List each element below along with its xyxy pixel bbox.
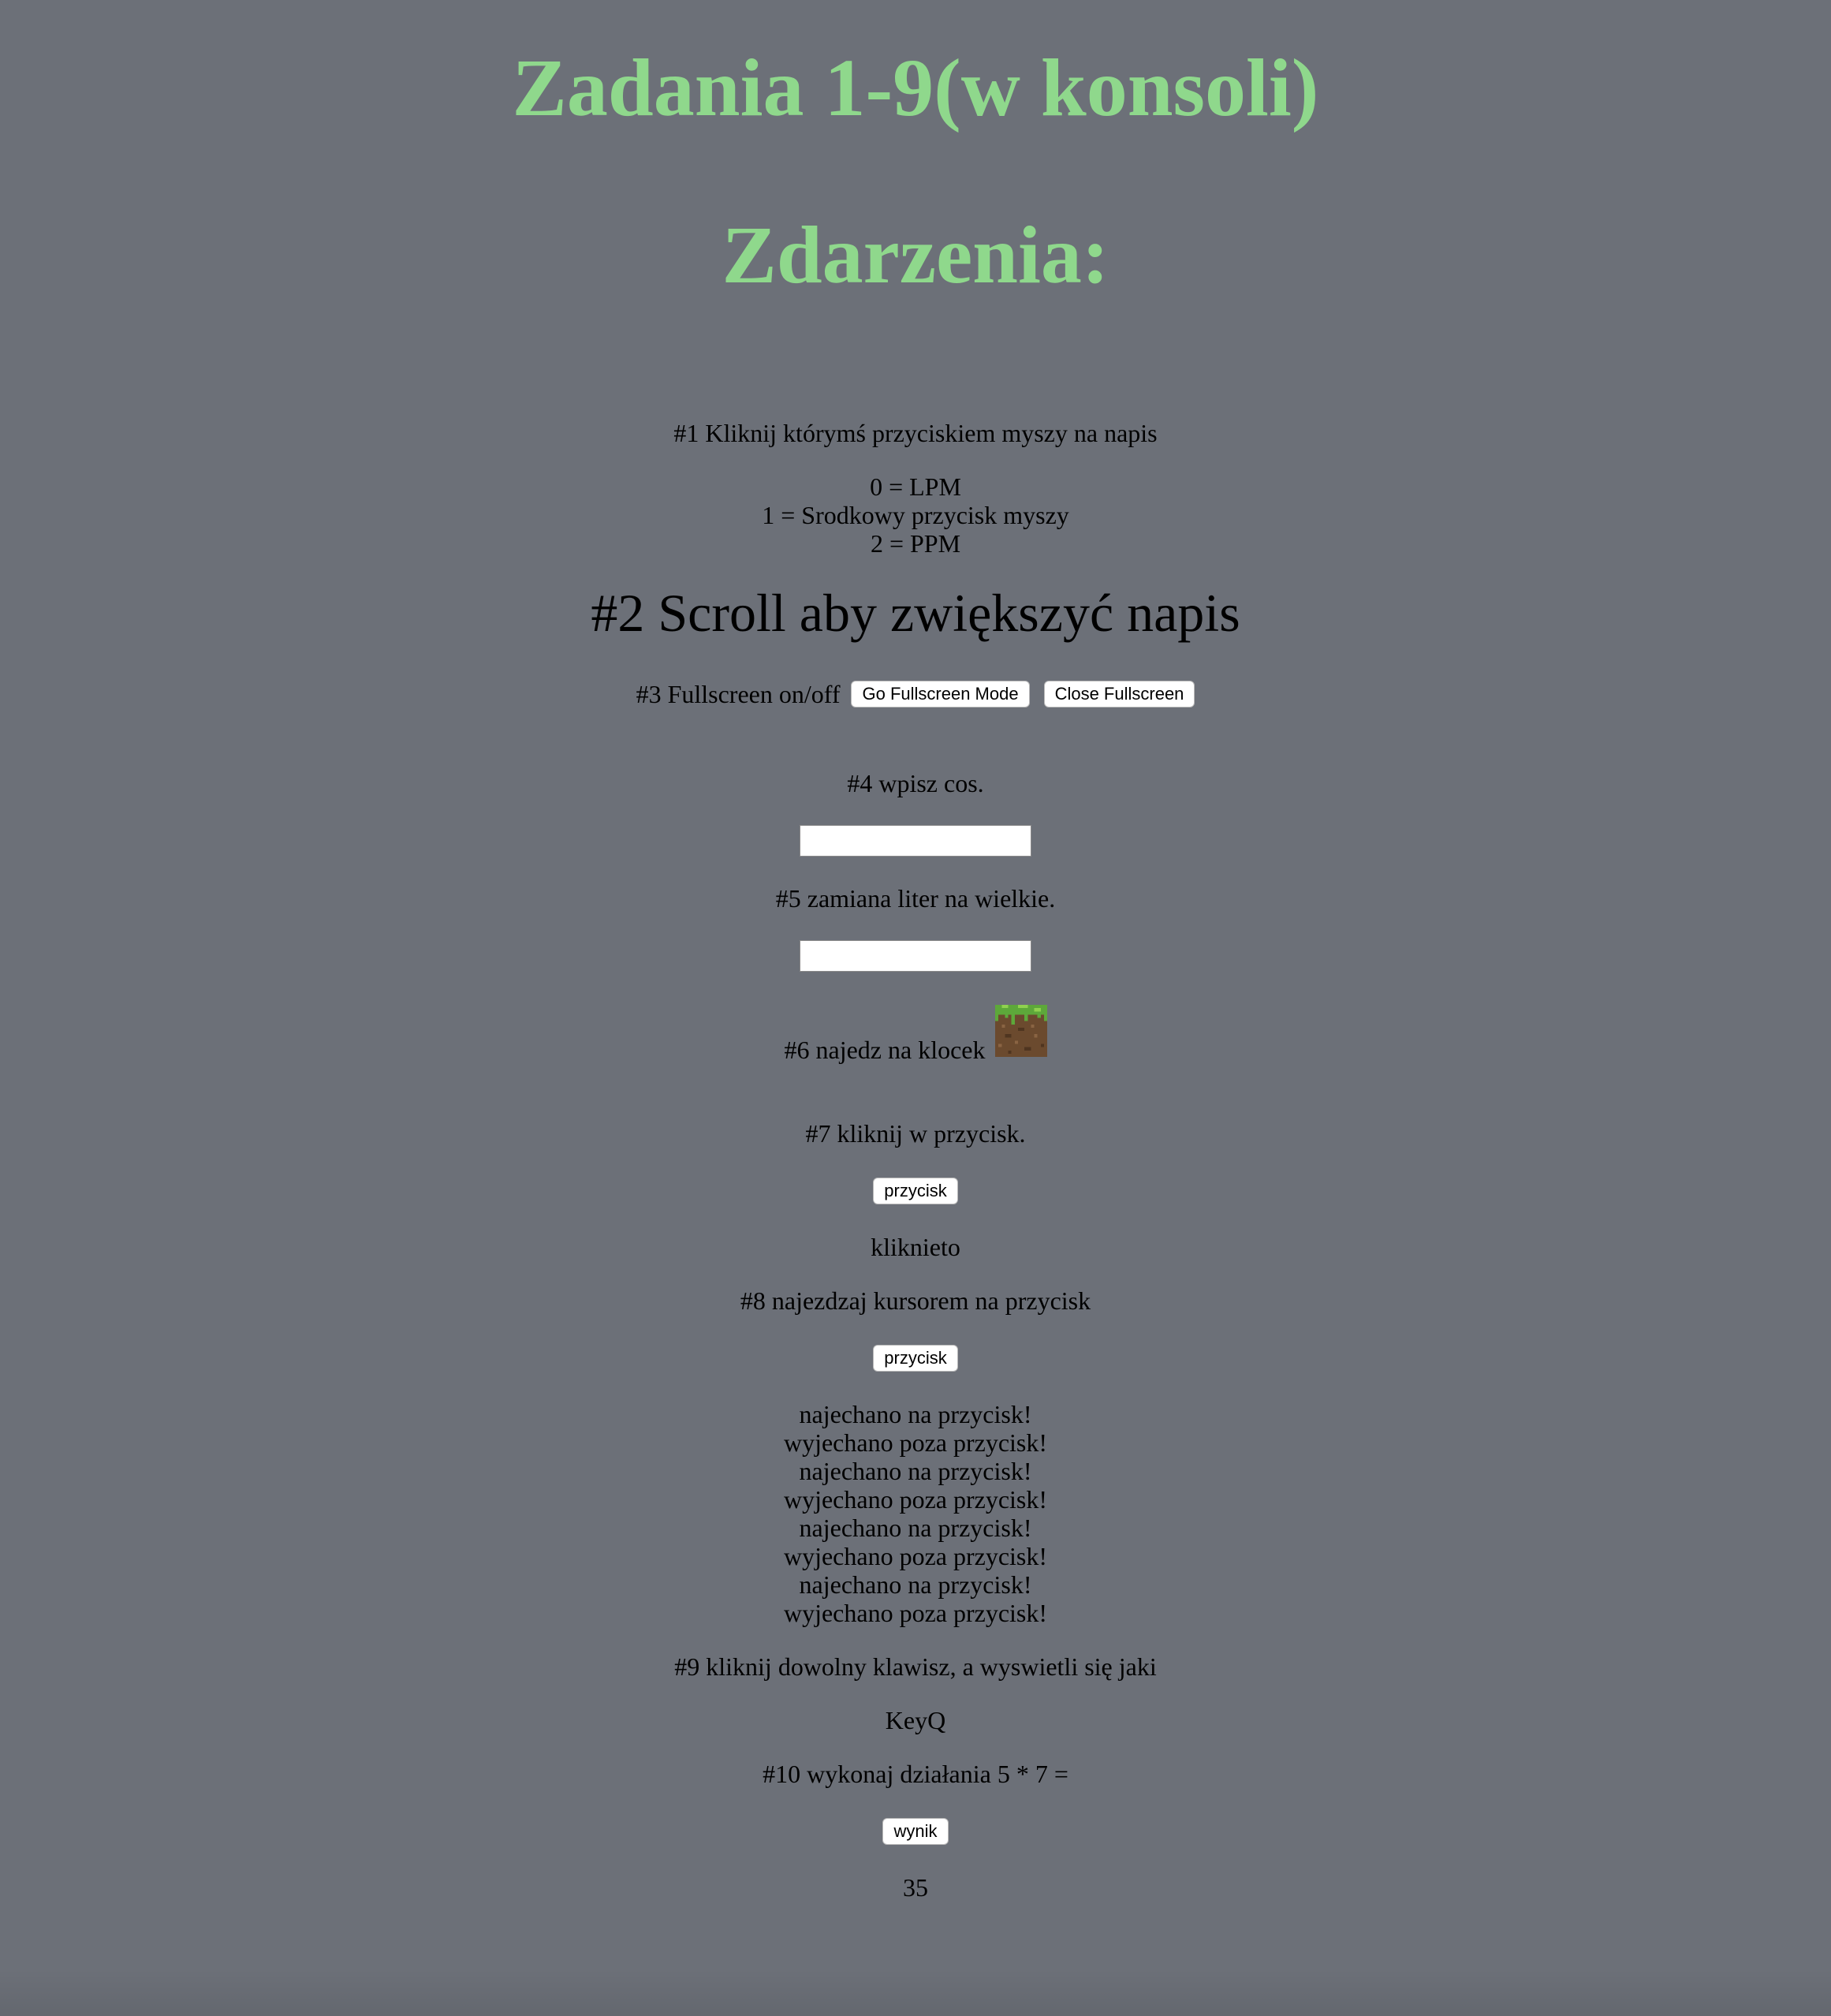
task1-instruction[interactable]: #1 Kliknij którymś przyciskiem myszy na …	[0, 419, 1831, 447]
task7-result: kliknieto	[871, 1233, 960, 1261]
log-line: najechano na przycisk!	[799, 1570, 1032, 1599]
task10-label: #10 wykonaj działania 5 * 7 =	[763, 1760, 1068, 1788]
legend-line: 2 = PPM	[870, 529, 961, 558]
task9-key-result: KeyQ	[885, 1706, 946, 1734]
task9-label: #9 kliknij dowolny klawisz, a wyswietli …	[674, 1652, 1157, 1681]
events-heading: Zdarzenia:	[722, 210, 1109, 301]
go-fullscreen-button[interactable]: Go Fullscreen Mode	[851, 681, 1030, 707]
task2-scroll-text[interactable]: #2 Scroll aby zwiększyć napis	[0, 584, 1831, 641]
log-line: najechano na przycisk!	[799, 1400, 1032, 1428]
task10-result: 35	[903, 1873, 928, 1902]
log-line: wyjechano poza przycisk!	[783, 1428, 1048, 1457]
task6-label: #6 najedz na klocek	[784, 1036, 986, 1064]
task7-label: #7 kliknij w przycisk.	[805, 1119, 1026, 1148]
log-line: wyjechano poza przycisk!	[783, 1599, 1048, 1627]
task4-text-input[interactable]	[800, 825, 1031, 857]
wynik-button[interactable]: wynik	[882, 1818, 949, 1845]
task4-label: #4 wpisz cos.	[847, 769, 984, 797]
task8-hover-button[interactable]: przycisk	[873, 1345, 958, 1372]
task1-legend: 0 = LPM 1 = Srodkowy przycisk myszy 2 = …	[0, 472, 1831, 558]
task3-label: #3 Fullscreen on/off	[636, 680, 841, 708]
close-fullscreen-button[interactable]: Close Fullscreen	[1043, 681, 1195, 707]
task7-przycisk-button[interactable]: przycisk	[873, 1178, 958, 1204]
minecraft-grass-block-icon[interactable]	[994, 1005, 1047, 1057]
log-line: wyjechano poza przycisk!	[783, 1542, 1048, 1570]
legend-line: 1 = Srodkowy przycisk myszy	[762, 501, 1069, 529]
page-title: Zadania 1-9(w konsoli)	[512, 43, 1319, 133]
task5-uppercase-input[interactable]	[800, 940, 1031, 972]
log-line: wyjechano poza przycisk!	[783, 1485, 1048, 1514]
log-line: najechano na przycisk!	[799, 1514, 1032, 1542]
task5-label: #5 zamiana liter na wielkie.	[775, 884, 1056, 913]
task8-hover-log: najechano na przycisk! wyjechano poza pr…	[0, 1400, 1831, 1627]
task8-label: #8 najezdzaj kursorem na przycisk	[740, 1286, 1091, 1315]
legend-line: 0 = LPM	[870, 472, 961, 501]
log-line: najechano na przycisk!	[799, 1457, 1032, 1485]
bottom-shade	[0, 1969, 1831, 2016]
